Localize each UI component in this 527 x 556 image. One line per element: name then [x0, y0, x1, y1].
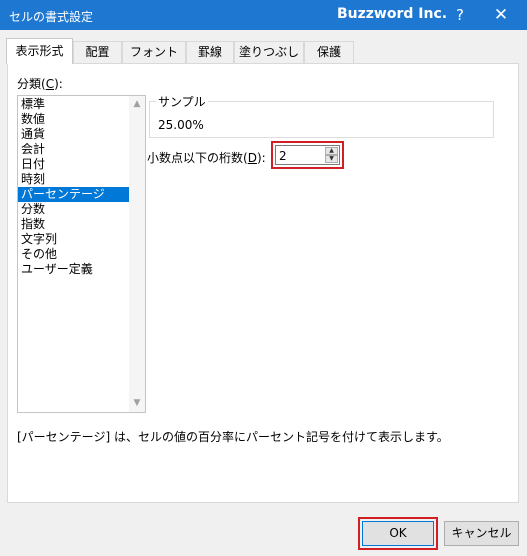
cancel-button[interactable]: キャンセル [444, 521, 519, 546]
scroll-up-arrow-icon[interactable]: ▲ [129, 96, 145, 113]
list-item[interactable]: 日付 [18, 157, 130, 172]
list-item[interactable]: 分数 [18, 202, 130, 217]
tab-alignment[interactable]: 配置 [73, 41, 122, 63]
decimal-places-highlight: ▲ ▼ [271, 141, 344, 169]
ok-button-highlight: OK [358, 517, 438, 550]
format-description: [パーセンテージ] は、セルの値の百分率にパーセント記号を付けて表示します。 [17, 430, 449, 444]
brand-label: Buzzword Inc. [337, 6, 448, 22]
tab-fill[interactable]: 塗りつぶし [234, 41, 304, 63]
decimal-places-spinner[interactable]: ▲ ▼ [275, 145, 340, 165]
decimal-places-input[interactable] [279, 148, 321, 163]
list-item[interactable]: ユーザー定義 [18, 262, 130, 277]
sample-group: サンプル 25.00% [149, 93, 494, 138]
spin-up-icon[interactable]: ▲ [325, 147, 338, 155]
list-item[interactable]: 標準 [18, 97, 130, 112]
list-item[interactable]: 会計 [18, 142, 130, 157]
list-item[interactable]: その他 [18, 247, 130, 262]
spin-down-icon[interactable]: ▼ [325, 155, 338, 163]
close-button[interactable]: ✕ [482, 0, 520, 30]
tab-strip: 表示形式 配置 フォント 罫線 塗りつぶし 保護 [6, 38, 518, 64]
list-item[interactable]: 通貨 [18, 127, 130, 142]
tab-protection[interactable]: 保護 [304, 41, 354, 63]
ok-button[interactable]: OK [362, 521, 434, 546]
tab-number[interactable]: 表示形式 [6, 38, 73, 64]
tab-border[interactable]: 罫線 [186, 41, 234, 63]
decimal-places-label: 小数点以下の桁数(D): [147, 151, 266, 165]
category-list[interactable]: 標準 数値 通貨 会計 日付 時刻 パーセンテージ 分数 指数 文字列 その他 … [17, 95, 146, 413]
list-scrollbar[interactable]: ▲ ▼ [129, 96, 145, 412]
help-button[interactable]: ? [441, 0, 479, 30]
title-bar: セルの書式設定 Buzzword Inc. ? ✕ [0, 0, 527, 30]
list-item-selected[interactable]: パーセンテージ [18, 187, 130, 202]
scroll-down-arrow-icon[interactable]: ▼ [129, 395, 145, 412]
sample-value: 25.00% [158, 118, 204, 132]
tab-panel: 分類(C): 標準 数値 通貨 会計 日付 時刻 パーセンテージ 分数 指数 文… [7, 63, 519, 503]
window-title: セルの書式設定 [9, 10, 94, 24]
tab-font[interactable]: フォント [122, 41, 186, 63]
category-label: 分類(C): [17, 77, 63, 91]
list-item[interactable]: 時刻 [18, 172, 130, 187]
list-item[interactable]: 文字列 [18, 232, 130, 247]
sample-legend: サンプル [156, 93, 208, 110]
list-item[interactable]: 指数 [18, 217, 130, 232]
list-item[interactable]: 数値 [18, 112, 130, 127]
